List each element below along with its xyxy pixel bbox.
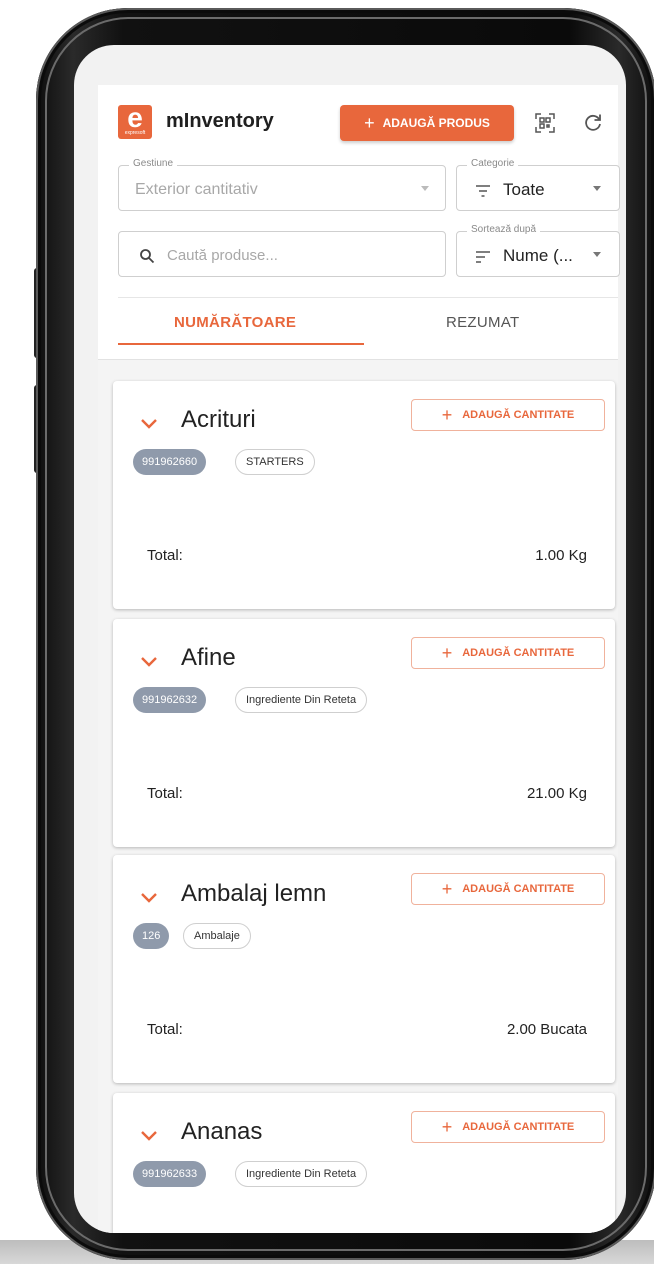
add-product-button[interactable]: + ADAUGĂ PRODUS <box>340 105 514 141</box>
total-label: Total: <box>147 785 183 802</box>
product-category-chip: Ingrediente Din Reteta <box>235 687 368 713</box>
total-label: Total: <box>147 1021 183 1038</box>
logo-letter: e <box>127 105 143 133</box>
product-card: Afine + ADAUGĂ CANTITATE 991962632 Ingre… <box>113 619 615 847</box>
search-placeholder: Caută produse... <box>167 247 278 264</box>
total-label: Total: <box>147 547 183 564</box>
categorie-select[interactable]: Categorie Toate <box>456 158 620 211</box>
tab-rezumat[interactable]: REZUMAT <box>446 314 519 331</box>
product-code-chip: 991962633 <box>133 1161 207 1187</box>
categorie-label: Categorie <box>467 158 519 169</box>
plus-icon: + <box>441 879 453 899</box>
barcode-scan-icon[interactable] <box>534 112 556 134</box>
add-quantity-label: ADAUGĂ CANTITATE <box>462 409 575 421</box>
chevron-down-icon[interactable] <box>139 655 159 669</box>
categorie-value: Toate <box>503 180 545 199</box>
add-quantity-button[interactable]: + ADAUGĂ CANTITATE <box>411 1111 605 1143</box>
add-quantity-button[interactable]: + ADAUGĂ CANTITATE <box>411 399 605 431</box>
sort-icon <box>476 251 490 263</box>
product-code-chip: 126 <box>133 923 170 949</box>
product-category-chip: Ingrediente Din Reteta <box>235 1161 368 1187</box>
product-name: Ananas <box>181 1118 263 1145</box>
plus-icon: + <box>441 643 453 663</box>
product-name: Afine <box>181 644 236 671</box>
add-quantity-button[interactable]: + ADAUGĂ CANTITATE <box>411 637 605 669</box>
product-category-chip: Ambalaje <box>183 923 251 949</box>
product-card: Ambalaj lemn + ADAUGĂ CANTITATE 126 Amba… <box>113 855 615 1083</box>
product-code-chip: 991962660 <box>133 449 207 475</box>
add-product-label: ADAUGĂ PRODUS <box>382 116 490 130</box>
total-value: 2.00 Bucata <box>506 1021 587 1038</box>
gestiune-select[interactable]: Gestiune Exterior cantitativ <box>118 158 446 211</box>
search-input[interactable]: Caută produse... <box>118 231 446 277</box>
app-logo: e expresoft <box>118 105 152 139</box>
plus-icon: + <box>441 405 453 425</box>
caret-down-icon <box>593 186 601 191</box>
gestiune-label: Gestiune <box>129 158 178 169</box>
active-tab-indicator <box>118 343 364 345</box>
app-title: mInventory <box>166 110 274 132</box>
chevron-down-icon[interactable] <box>139 417 159 431</box>
product-code-chip: 991962632 <box>133 687 207 713</box>
total-value: 1.00 Kg <box>535 547 587 564</box>
phone-screen: e expresoft mInventory + ADAUGĂ PRODUS G… <box>74 45 626 1233</box>
tab-numaratoare[interactable]: NUMĂRĂTOARE <box>174 314 296 331</box>
product-card: Ananas + ADAUGĂ CANTITATE 991962633 Ingr… <box>113 1093 615 1233</box>
logo-subtext: expresoft <box>124 130 146 136</box>
product-category-chip: STARTERS <box>235 449 315 475</box>
tabs-divider <box>118 297 618 298</box>
header-panel: e expresoft mInventory + ADAUGĂ PRODUS G… <box>98 85 620 360</box>
caret-down-icon <box>593 252 601 257</box>
product-name: Acrituri <box>181 406 256 433</box>
search-icon <box>140 249 155 264</box>
add-quantity-button[interactable]: + ADAUGĂ CANTITATE <box>411 873 605 905</box>
add-quantity-label: ADAUGĂ CANTITATE <box>462 883 575 895</box>
chevron-down-icon[interactable] <box>139 1129 159 1143</box>
add-quantity-label: ADAUGĂ CANTITATE <box>462 647 575 659</box>
sort-label: Sortează după <box>467 224 541 235</box>
chevron-down-icon[interactable] <box>139 891 159 905</box>
filter-icon <box>476 185 490 197</box>
plus-icon: + <box>441 1117 453 1137</box>
refresh-icon[interactable] <box>582 111 604 133</box>
add-quantity-label: ADAUGĂ CANTITATE <box>462 1121 575 1133</box>
gestiune-value: Exterior cantitativ <box>135 181 258 198</box>
plus-icon: + <box>364 113 375 133</box>
product-name: Ambalaj lemn <box>181 880 327 907</box>
app: e expresoft mInventory + ADAUGĂ PRODUS G… <box>98 85 620 1233</box>
total-value: 21.00 Kg <box>526 785 587 802</box>
caret-down-icon <box>421 186 429 191</box>
sort-select[interactable]: Sortează după Nume (... <box>456 224 620 277</box>
product-card: Acrituri + ADAUGĂ CANTITATE 991962660 ST… <box>113 381 615 609</box>
sort-value: Nume (... <box>503 246 573 265</box>
